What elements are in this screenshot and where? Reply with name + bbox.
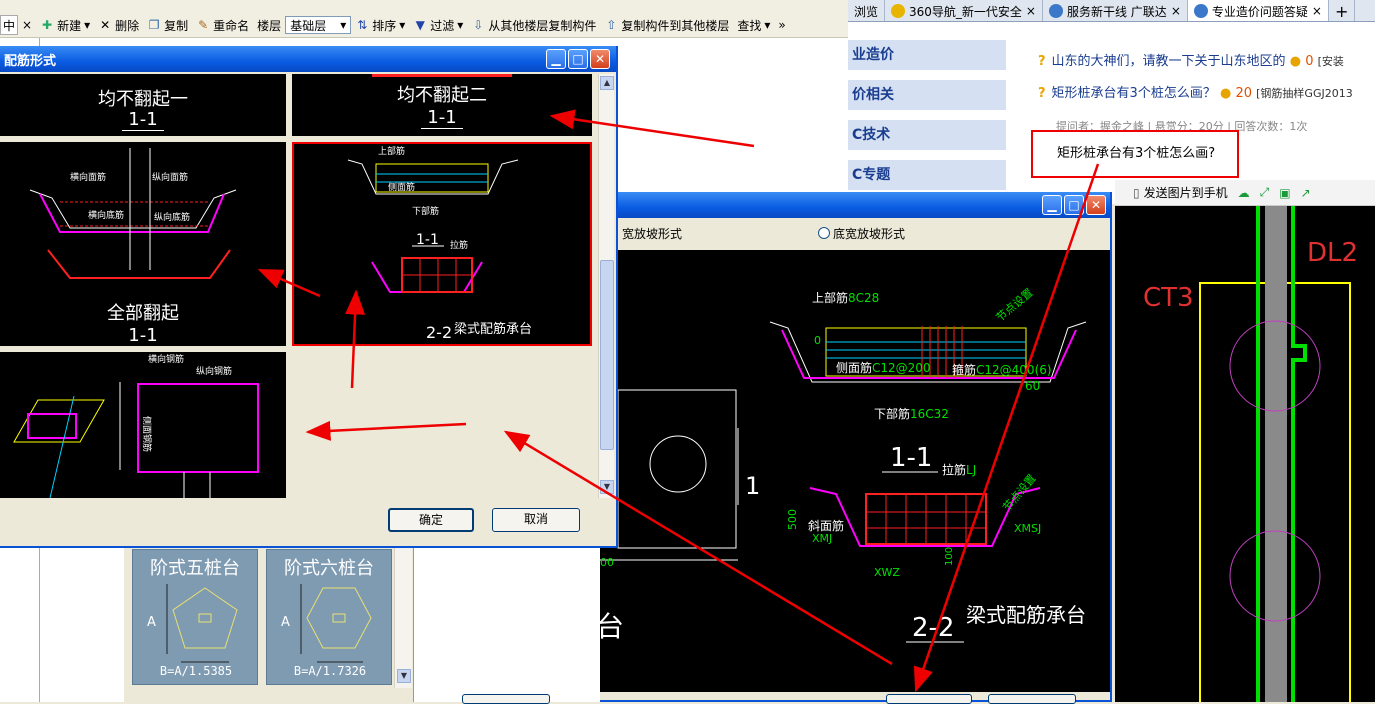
arrow (913, 163, 1100, 693)
arrow (257, 268, 321, 298)
arrow (549, 109, 755, 148)
arrow (305, 420, 467, 441)
arrow (503, 430, 893, 666)
arrow-group (257, 109, 1100, 693)
arrow (345, 289, 366, 389)
annotation-arrows (257, 109, 1100, 693)
